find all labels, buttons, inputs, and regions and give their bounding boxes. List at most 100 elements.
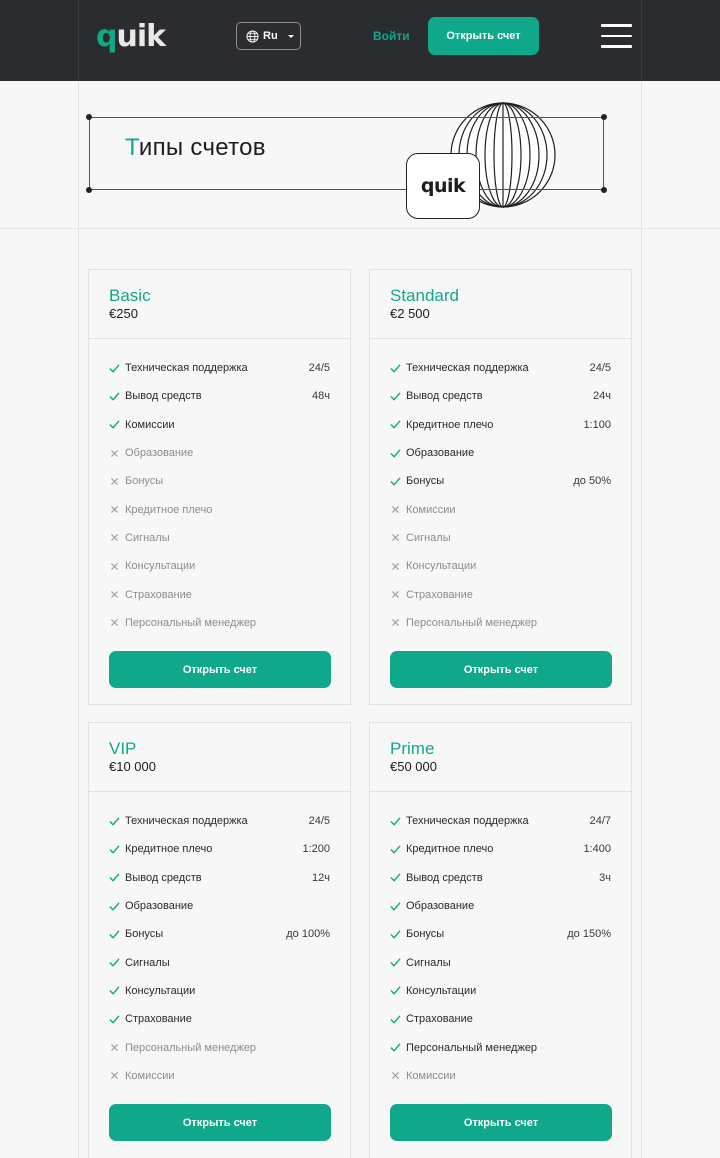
feature-item: Персональный менеджер (89, 1033, 350, 1061)
frame-corner-dot (601, 114, 607, 120)
check-icon (390, 1015, 401, 1024)
feature-label: Персональный менеджер (406, 616, 538, 629)
page-title: Типы счетов (125, 134, 266, 162)
feature-item: Кредитное плечо (89, 495, 350, 523)
feature-list: Техническая поддержка 24/5 Кредитное плечо… (89, 807, 350, 1090)
feature-item: Бонусы до 50% (370, 467, 631, 495)
login-link[interactable]: Войти (373, 29, 410, 43)
feature-label: Страхование (125, 1013, 192, 1026)
feature-label: Вывод средств (406, 390, 483, 403)
hamburger-menu-icon[interactable] (601, 24, 632, 48)
feature-item: Вывод средств 48ч (89, 382, 350, 410)
check-icon (390, 477, 401, 486)
feature-item: Страхование (89, 1005, 350, 1033)
check-icon (109, 873, 120, 882)
frame-corner-dot (86, 187, 92, 193)
feature-item: Техническая поддержка 24/7 (370, 807, 631, 835)
check-icon (109, 902, 120, 910)
feature-item: Сигналы (89, 524, 350, 552)
feature-label: Консультации (125, 560, 196, 573)
cross-icon (111, 1072, 118, 1080)
check-icon (109, 1015, 120, 1024)
cross-icon (111, 591, 118, 598)
feature-value: 1:400 (583, 843, 611, 856)
globe-icon (246, 29, 259, 43)
check-icon (109, 817, 120, 826)
plan-price: €250 (109, 306, 138, 321)
feature-label: Сигналы (125, 531, 170, 544)
feature-item: Страхование (370, 1005, 631, 1033)
feature-value: 48ч (312, 390, 330, 403)
feature-item: Кредитное плечо 1:100 (370, 411, 631, 439)
feature-item: Консультации (89, 977, 350, 1005)
cross-icon (111, 619, 118, 627)
feature-item: Образование (370, 892, 631, 920)
language-selector[interactable]: Ru (236, 22, 301, 50)
feature-item: Консультации (370, 552, 631, 580)
feature-label: Вывод средств (125, 390, 202, 403)
feature-item: Страхование (89, 580, 350, 608)
feature-item: Персональный менеджер (370, 1033, 631, 1061)
feature-item: Вывод средств 3ч (370, 864, 631, 892)
cross-icon (392, 1072, 399, 1080)
open-account-button[interactable]: Открыть счет (109, 651, 331, 688)
cross-icon (111, 449, 118, 457)
feature-label: Персональный менеджер (125, 616, 257, 629)
feature-value: 3ч (599, 871, 611, 884)
feature-item: Техническая поддержка 24/5 (370, 354, 631, 382)
plan-card-standard: Standard €2 500 Техническая поддержка 24/5 В… (369, 269, 632, 705)
feature-item: Консультации (370, 977, 631, 1005)
feature-item: Персональный менеджер (89, 609, 350, 637)
feature-label: Персональный менеджер (406, 1041, 538, 1054)
feature-value: 24ч (593, 390, 611, 403)
feature-label: Образование (125, 900, 194, 913)
feature-item: Кредитное плечо 1:400 (370, 835, 631, 863)
logo-rest: uik (116, 19, 166, 54)
grid-divider (78, 0, 79, 81)
open-account-button[interactable]: Открыть счет (390, 1104, 612, 1141)
check-icon (390, 986, 401, 995)
plan-card-vip: VIP €10 000 Техническая поддержка 24/5 Креди… (88, 722, 351, 1158)
feature-label: Кредитное плечо (406, 418, 494, 431)
feature-value: до 150% (567, 928, 611, 941)
language-label: Ru (263, 30, 278, 42)
cross-icon (392, 591, 399, 598)
feature-item: Комиссии (89, 411, 350, 439)
feature-value: 12ч (312, 871, 330, 884)
feature-label: Вывод средств (125, 871, 202, 884)
cross-icon (111, 534, 118, 542)
frame-corner-dot (86, 114, 92, 120)
open-account-button[interactable]: Открыть счет (109, 1104, 331, 1141)
feature-item: Комиссии (370, 1062, 631, 1090)
grid-divider (78, 230, 79, 1158)
feature-item: Вывод средств 24ч (370, 382, 631, 410)
check-icon (109, 930, 120, 939)
cross-icon (111, 506, 118, 513)
feature-label: Кредитное плечо (125, 503, 213, 516)
feature-item: Техническая поддержка 24/5 (89, 354, 350, 382)
feature-list: Техническая поддержка 24/5 Вывод средств 48… (89, 354, 350, 637)
hero-section: Типы счетов quik (0, 81, 720, 229)
feature-label: Комиссии (125, 418, 175, 431)
check-icon (390, 449, 401, 457)
check-icon (390, 873, 401, 882)
check-icon (109, 845, 120, 854)
open-account-button[interactable]: Открыть счет (428, 17, 539, 55)
check-icon (390, 958, 401, 967)
feature-value: 24/5 (308, 815, 330, 828)
feature-item: Комиссии (89, 1062, 350, 1090)
feature-item: Вывод средств 12ч (89, 864, 350, 892)
feature-label: Бонусы (125, 475, 164, 488)
cross-icon (392, 562, 399, 570)
plan-card-basic: Basic €250 Техническая поддержка 24/5 Вывод … (88, 269, 351, 705)
open-account-button[interactable]: Открыть счет (390, 651, 612, 688)
feature-item: Сигналы (370, 524, 631, 552)
plan-name: Basic (109, 286, 151, 305)
quik-logo[interactable]: quik (96, 19, 166, 54)
feature-value: 24/5 (308, 362, 330, 375)
feature-item: Комиссии (370, 495, 631, 523)
feature-label: Комиссии (406, 1069, 456, 1082)
plan-name: VIP (109, 739, 137, 758)
feature-item: Бонусы до 150% (370, 920, 631, 948)
feature-label: Бонусы (406, 928, 445, 941)
